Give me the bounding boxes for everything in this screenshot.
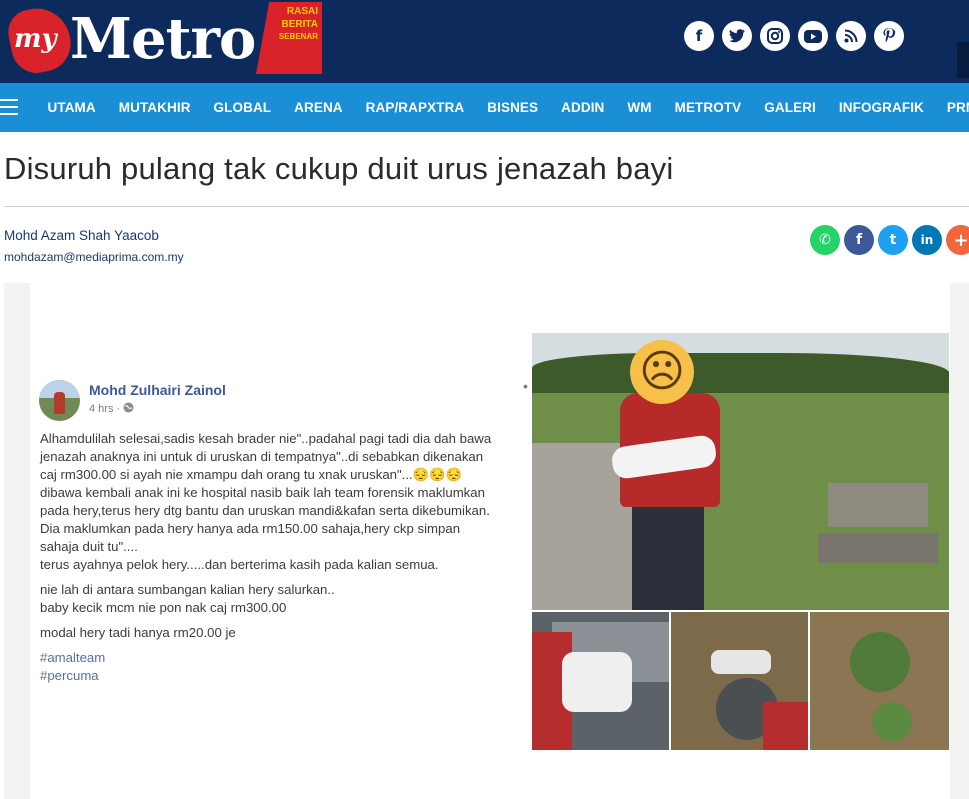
burial-photo	[671, 612, 808, 750]
fb-post-line: sahaja duit tu"....	[40, 539, 138, 554]
logo-my-text: my	[14, 24, 57, 54]
fb-post-line: terus ayahnya pelok hery.....dan berteri…	[40, 557, 439, 572]
hamburger-menu-icon[interactable]	[0, 99, 18, 115]
whatsapp-share-button[interactable]: ✆	[810, 225, 840, 255]
logo-tag-line: BERITA	[281, 19, 318, 30]
social-links: f	[684, 21, 904, 51]
nav-item-galeri[interactable]: GALERI	[753, 100, 828, 115]
fb-post-author: Mohd Zulhairi Zainol	[89, 382, 226, 398]
facebook-share-button[interactable]: f	[844, 225, 874, 255]
fb-post-line: Dia maklumkan pada hery hanya ada rm150.…	[40, 521, 461, 536]
fb-post-options-dot: •	[523, 378, 528, 394]
site-header: my Metro RASAI BERITA SEBENAR f	[0, 0, 969, 83]
linkedin-share-button[interactable]: in	[912, 225, 942, 255]
nav-item-global[interactable]: GLOBAL	[202, 100, 283, 115]
share-buttons: ✆ f t in +	[810, 225, 969, 255]
logo-tag-line: SEBENAR	[278, 32, 318, 41]
nav-item-infografik[interactable]: INFOGRAFIK	[827, 100, 935, 115]
instagram-icon[interactable]	[760, 21, 790, 51]
fb-post-line: pada hery,terus hery dtg bantu dan urusk…	[40, 503, 490, 518]
mymetro-logo[interactable]: my Metro RASAI BERITA SEBENAR	[4, 2, 322, 80]
fb-post-line: jenazah anaknya ini untuk di uruskan di …	[40, 449, 484, 464]
youtube-icon[interactable]	[798, 21, 828, 51]
fb-post-line: dibawa kembali anak ini ke hospital nasi…	[40, 485, 485, 500]
globe-icon	[123, 402, 134, 413]
fb-post-line: nie lah di antara sumbangan kalian hery …	[40, 582, 335, 597]
fb-post-time: 4 hrs ·	[89, 402, 134, 415]
fb-post-line: baby kecik mcm nie pon nak caj rm300.00	[40, 600, 287, 615]
nav-item-metrotv[interactable]: METROTV	[663, 100, 753, 115]
nav-item-wm[interactable]: WM	[616, 100, 663, 115]
nav-item-arena[interactable]: ARENA	[283, 100, 355, 115]
rss-icon[interactable]	[836, 21, 866, 51]
nav-item-mutakhir[interactable]: MUTAKHIR	[107, 100, 202, 115]
facebook-icon[interactable]: f	[684, 21, 714, 51]
fb-profile-avatar	[39, 380, 80, 421]
sad-face-icon: ☹	[630, 340, 694, 404]
fb-hashtag: #amalteam	[40, 650, 106, 665]
header-edge-bar	[957, 42, 969, 78]
nav-item-rap-rapxtra[interactable]: RAP/RAPXTRA	[354, 100, 476, 115]
logo-tag-line: RASAI	[286, 6, 318, 17]
twitter-share-button[interactable]: t	[878, 225, 908, 255]
fb-post-time-text: 4 hrs ·	[89, 403, 121, 415]
twitter-icon[interactable]	[722, 21, 752, 51]
fb-post-body: Alhamdulilah selesai,sadis kesah brader …	[40, 430, 532, 685]
fb-post-line: modal hery tadi hanya rm20.00 je	[40, 625, 236, 640]
fb-post-line: Alhamdulilah selesai,sadis kesah brader …	[40, 431, 492, 446]
author-email[interactable]: mohdazam@mediaprima.com.my	[4, 250, 184, 264]
article-title: Disuruh pulang tak cukup duit urus jenaz…	[4, 151, 674, 186]
pinterest-icon[interactable]	[874, 21, 904, 51]
nav-item-utama[interactable]: UTAMA	[36, 100, 107, 115]
fb-hashtag: #percuma	[40, 668, 99, 683]
nav-item-prn[interactable]: PRN	[935, 100, 969, 115]
author-name[interactable]: Mohd Azam Shah Yaacob	[4, 228, 159, 243]
cemetery-photo: ☹	[532, 333, 949, 610]
nav-item-bisnes[interactable]: BISNES	[476, 100, 550, 115]
car-photo	[532, 612, 669, 750]
title-divider	[4, 206, 969, 207]
fb-post-line: caj rm300.00 si ayah nie xmampu dah oran…	[40, 467, 462, 482]
nav-items: UTAMA MUTAKHIR GLOBAL ARENA RAP/RAPXTRA …	[36, 83, 969, 132]
logo-tagline-badge: RASAI BERITA SEBENAR	[256, 2, 322, 74]
nav-item-addin[interactable]: ADDIN	[550, 100, 616, 115]
main-nav: UTAMA MUTAKHIR GLOBAL ARENA RAP/RAPXTRA …	[0, 83, 969, 132]
logo-metro-text: Metro	[70, 6, 256, 72]
more-share-button[interactable]: +	[946, 225, 969, 255]
grave-plant-photo	[810, 612, 949, 750]
